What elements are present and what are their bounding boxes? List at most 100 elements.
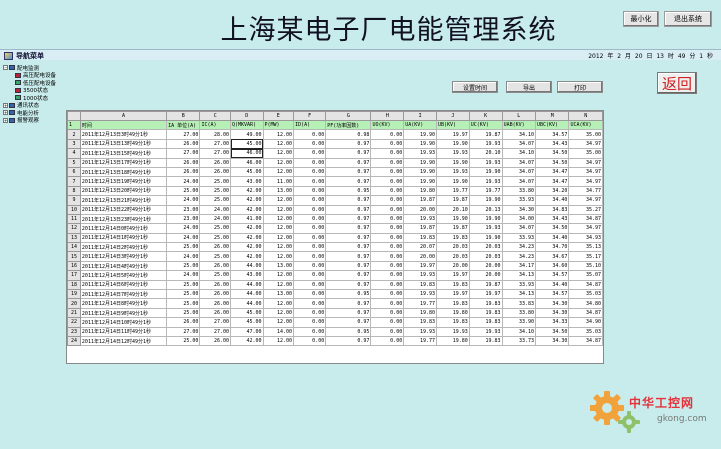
table-cell[interactable]: 24.00 [166, 232, 201, 244]
table-cell[interactable]: 0.00 [293, 213, 327, 225]
table-cell[interactable]: 0.97 [325, 242, 372, 253]
table-cell[interactable]: 33.93 [501, 279, 537, 291]
table-cell[interactable]: 24.00 [199, 213, 231, 225]
table-cell[interactable]: 19.87 [436, 195, 470, 206]
row-number[interactable]: 12 [67, 223, 81, 234]
table-cell[interactable]: 0.00 [293, 185, 327, 197]
table-cell[interactable]: 2011年12月14日11时49分1秒 [79, 326, 168, 338]
table-cell[interactable]: 25.00 [199, 251, 231, 262]
table-cell[interactable]: 20.03 [468, 242, 503, 253]
table-cell[interactable]: 34.57 [534, 270, 570, 281]
table-cell[interactable]: 19.77 [468, 185, 503, 197]
table-cell[interactable]: 24.00 [166, 270, 201, 281]
table-cell[interactable]: 34.50 [534, 326, 570, 338]
table-cell[interactable]: 14.00 [262, 326, 295, 338]
table-cell[interactable]: 34.83 [534, 204, 570, 215]
table-cell[interactable]: 27.00 [166, 129, 201, 140]
column-letter[interactable]: A [79, 111, 168, 121]
column-letter[interactable]: J [436, 111, 470, 121]
table-cell[interactable]: 19.93 [468, 157, 503, 168]
table-cell[interactable]: 12.00 [262, 195, 295, 206]
column-letter[interactable]: F [293, 111, 327, 121]
table-cell[interactable]: 2011年12月13日20时49分1秒 [79, 185, 168, 197]
table-cell[interactable]: 19.80 [436, 335, 470, 347]
table-cell[interactable]: 19.93 [468, 176, 503, 187]
table-cell[interactable]: 12.00 [262, 157, 295, 168]
column-letter[interactable]: H [370, 111, 405, 121]
table-cell[interactable]: 0.97 [325, 232, 372, 244]
table-cell[interactable]: 0.00 [293, 270, 327, 281]
column-header[interactable]: UAB(KV) [501, 119, 537, 131]
row-number[interactable]: 20 [67, 298, 81, 309]
minimize-button[interactable]: 最小化 [623, 11, 659, 27]
table-cell[interactable]: 33.73 [501, 335, 537, 347]
table-cell[interactable]: 20.00 [403, 204, 437, 215]
row-number[interactable]: 7 [67, 176, 81, 187]
table-cell[interactable]: 34.43 [534, 213, 570, 225]
table-cell[interactable]: 25.00 [166, 242, 201, 253]
table-cell[interactable]: 0.00 [370, 185, 405, 197]
table-cell[interactable]: 34.87 [568, 279, 603, 291]
table-cell[interactable]: 34.13 [501, 270, 537, 281]
table-cell[interactable]: 0.00 [293, 223, 327, 234]
table-cell[interactable]: 2011年12月14日8时49分1秒 [79, 298, 168, 309]
table-cell[interactable]: 2011年12月14日4时49分1秒 [79, 260, 168, 272]
table-cell[interactable]: 0.97 [325, 176, 372, 187]
table-cell[interactable]: 19.93 [436, 326, 470, 338]
table-cell[interactable]: 0.00 [293, 289, 327, 300]
table-cell[interactable]: 26.00 [199, 307, 231, 319]
row-number[interactable]: 1 [67, 119, 81, 131]
table-cell[interactable]: 35.27 [568, 204, 603, 215]
table-cell[interactable]: 0.97 [325, 298, 372, 309]
table-cell[interactable]: 19.87 [436, 223, 470, 234]
table-cell[interactable]: 2011年12月14日0时49分1秒 [79, 223, 168, 234]
table-cell[interactable]: 19.77 [403, 335, 437, 347]
table-cell[interactable]: 0.00 [370, 138, 405, 150]
table-cell[interactable]: 34.07 [501, 166, 537, 178]
table-cell[interactable]: 2011年12月14日2时49分1秒 [79, 242, 168, 253]
table-cell[interactable]: 19.90 [436, 176, 470, 187]
row-number[interactable]: 16 [67, 260, 81, 272]
table-cell[interactable]: 26.00 [166, 166, 201, 178]
table-cell[interactable]: 0.97 [325, 251, 372, 262]
table-cell[interactable]: 34.10 [501, 148, 537, 159]
column-letter[interactable]: D [230, 111, 264, 121]
table-cell[interactable]: 0.97 [325, 148, 372, 159]
table-cell[interactable]: 24.00 [166, 195, 201, 206]
table-cell[interactable]: 2011年12月13日21时49分1秒 [79, 195, 168, 206]
table-cell[interactable]: 34.07 [501, 157, 537, 168]
table-cell[interactable]: 0.00 [370, 326, 405, 338]
column-header[interactable]: PF(功率因数) [325, 119, 372, 131]
table-cell[interactable]: 25.00 [166, 289, 201, 300]
table-cell[interactable]: 2011年12月14日1时49分1秒 [79, 232, 168, 244]
table-cell[interactable]: 34.17 [501, 260, 537, 272]
row-number[interactable]: 13 [67, 232, 81, 244]
table-cell[interactable]: 34.50 [534, 148, 570, 159]
table-cell[interactable]: 0.00 [293, 326, 327, 338]
table-cell[interactable]: 19.93 [403, 326, 437, 338]
table-cell[interactable]: 19.80 [403, 307, 437, 319]
expand-icon[interactable]: + [3, 110, 8, 116]
table-cell[interactable]: 34.97 [568, 157, 603, 168]
table-cell[interactable]: 46.00 [230, 157, 264, 168]
table-cell[interactable]: 25.00 [199, 195, 231, 206]
table-cell[interactable]: 0.00 [293, 138, 327, 150]
table-cell[interactable]: 19.93 [403, 289, 437, 300]
table-cell[interactable]: 2011年12月13日15时49分1秒 [79, 148, 168, 159]
table-cell[interactable]: 34.50 [534, 223, 570, 234]
table-cell[interactable]: 0.00 [370, 148, 405, 159]
table-cell[interactable]: 44.00 [230, 289, 264, 300]
table-cell[interactable]: 41.00 [230, 213, 264, 225]
table-cell[interactable]: 25.00 [166, 335, 201, 347]
expand-icon[interactable]: + [3, 117, 8, 123]
table-cell[interactable]: 34.97 [568, 138, 603, 150]
row-number[interactable]: 2 [67, 129, 81, 140]
table-cell[interactable]: 34.10 [501, 129, 537, 140]
table-cell[interactable]: 0.00 [370, 166, 405, 178]
column-header[interactable]: UA(KV) [403, 119, 437, 131]
table-cell[interactable]: 19.83 [436, 232, 470, 244]
table-cell[interactable]: 26.00 [199, 335, 231, 347]
table-cell[interactable]: 34.57 [534, 289, 570, 300]
expand-icon[interactable]: + [3, 102, 8, 108]
table-cell[interactable]: 12.00 [262, 307, 295, 319]
